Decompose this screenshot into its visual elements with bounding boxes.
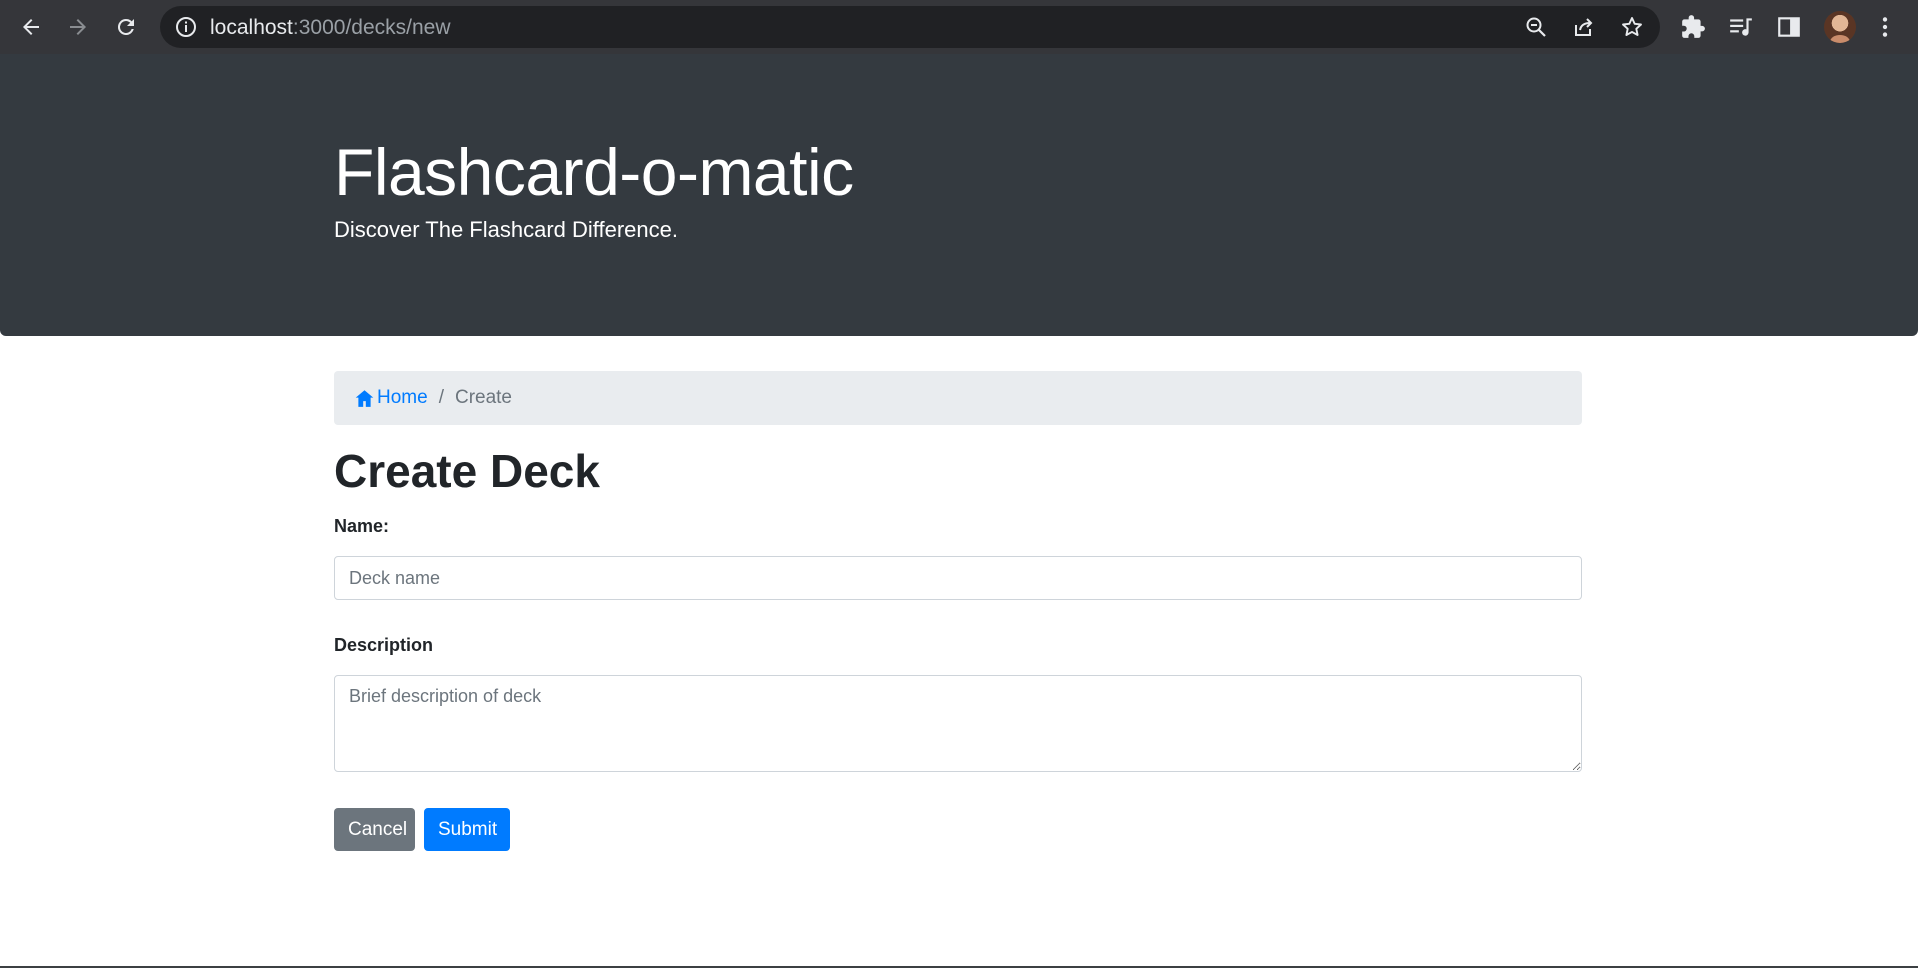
page-title: Create Deck [334, 445, 600, 497]
share-icon[interactable] [1572, 15, 1596, 39]
house-icon [355, 389, 374, 407]
cancel-button[interactable]: Cancel [334, 808, 415, 851]
forward-button[interactable] [61, 10, 95, 44]
reload-icon [117, 18, 134, 35]
app-tagline: Discover The Flashcard Difference. [334, 217, 678, 242]
url-host: localhost [210, 16, 293, 39]
arrow-left-icon [23, 19, 39, 35]
puzzle-icon[interactable] [1680, 14, 1706, 40]
breadcrumb: Home / Create [334, 371, 1582, 425]
submit-button[interactable]: Submit [424, 808, 510, 851]
name-label: Name: [334, 516, 390, 536]
zoom-out-icon[interactable] [1524, 15, 1548, 39]
browser-toolbar: localhost:3000/decks/new [0, 0, 1918, 54]
breadcrumb-home-label: Home [377, 387, 428, 408]
url-path: :3000/decks/new [292, 16, 451, 39]
description-label: Description [334, 635, 434, 655]
app-title: Flashcard-o-matic [334, 135, 854, 209]
address-bar[interactable]: localhost:3000/decks/new [160, 6, 1660, 48]
breadcrumb-home-link[interactable]: Home [354, 387, 428, 409]
media-queue-icon[interactable] [1728, 14, 1754, 40]
info-icon[interactable] [174, 15, 198, 39]
deck-description-input[interactable] [334, 675, 1582, 772]
header-jumbotron: Flashcard-o-matic Discover The Flashcard… [0, 54, 1918, 336]
side-panel-icon[interactable] [1776, 14, 1802, 40]
page-bottom-divider [0, 966, 1918, 968]
star-icon[interactable] [1620, 15, 1644, 39]
back-button[interactable] [14, 10, 48, 44]
url-text[interactable]: localhost:3000/decks/new [210, 17, 451, 39]
breadcrumb-separator: / [438, 387, 444, 408]
kebab-menu-icon[interactable] [1872, 14, 1898, 40]
reload-button[interactable] [109, 10, 143, 44]
arrow-right-icon [70, 19, 86, 35]
profile-avatar[interactable] [1824, 11, 1856, 43]
deck-name-input[interactable] [334, 556, 1582, 600]
breadcrumb-current: Create [454, 387, 512, 408]
